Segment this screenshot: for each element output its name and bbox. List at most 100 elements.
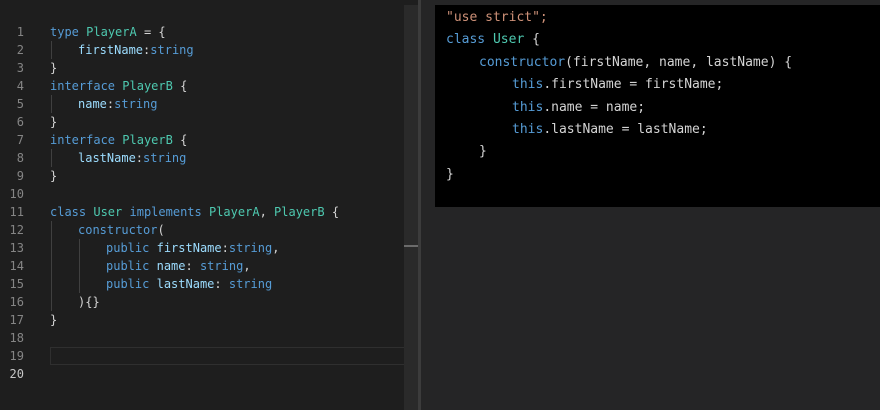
code-text: , bbox=[272, 241, 280, 255]
type-name: PlayerB bbox=[122, 79, 173, 93]
editor-line[interactable]: 13 constructor( bbox=[0, 221, 404, 255]
code-text: { bbox=[172, 133, 188, 147]
editor-line[interactable]: 8 interface PlayerB { bbox=[0, 131, 404, 165]
output-text: } bbox=[446, 166, 454, 182]
editor-line[interactable]: 2 type PlayerA = { bbox=[0, 23, 404, 57]
code-text: } bbox=[50, 61, 58, 75]
type-name: PlayerB bbox=[122, 133, 173, 147]
output-text: .firstName = firstName; bbox=[543, 77, 724, 93]
editor-line[interactable]: 17 ){} bbox=[0, 293, 404, 327]
code-text: : bbox=[214, 277, 229, 291]
keyword: interface bbox=[50, 79, 116, 93]
code-text: , bbox=[259, 205, 275, 219]
indent-guide bbox=[79, 275, 80, 293]
output-string: "use strict"; bbox=[446, 10, 548, 25]
code-text: } bbox=[50, 313, 58, 327]
code-text: { bbox=[172, 79, 188, 93]
property: firstName bbox=[156, 241, 222, 255]
type-name: PlayerB bbox=[274, 205, 325, 219]
type-keyword: string bbox=[228, 277, 273, 291]
indent-guide bbox=[51, 275, 52, 293]
keyword: constructor bbox=[78, 223, 158, 237]
keyword: public bbox=[106, 277, 150, 291]
type-keyword: string bbox=[150, 43, 194, 57]
indent-guide bbox=[51, 239, 52, 257]
code-text: , bbox=[243, 259, 251, 273]
code-text: : bbox=[135, 151, 144, 165]
editor-line-current[interactable]: 20 bbox=[0, 347, 404, 381]
editor-line[interactable]: 6 name:string bbox=[0, 95, 404, 129]
property: firstName bbox=[78, 43, 144, 57]
pane-splitter[interactable] bbox=[418, 0, 421, 410]
editor-line[interactable]: 4 } bbox=[0, 59, 404, 93]
keyword: interface bbox=[50, 133, 116, 147]
editor-line[interactable]: 19 bbox=[0, 329, 404, 363]
code-editor[interactable]: 1 2 type PlayerA = { 3 firstName:string … bbox=[0, 0, 418, 410]
type-keyword: string bbox=[199, 259, 244, 273]
indent-guide bbox=[51, 41, 52, 59]
output-class-name: User bbox=[492, 32, 525, 48]
output-keyword: class bbox=[446, 32, 486, 48]
type-keyword: string bbox=[143, 151, 187, 165]
keyword: class bbox=[50, 205, 87, 219]
editor-line[interactable]: 14 public firstName:string, bbox=[0, 239, 404, 273]
editor-lines[interactable]: 1 2 type PlayerA = { 3 firstName:string … bbox=[0, 5, 404, 381]
editor-line[interactable]: 16 public lastName: string bbox=[0, 275, 404, 309]
code-text: = { bbox=[136, 25, 166, 39]
output-text: .lastName = lastName; bbox=[543, 121, 708, 137]
scrollbar-marker bbox=[404, 245, 418, 247]
code-text: : bbox=[185, 259, 200, 273]
editor-line[interactable]: 18 } bbox=[0, 311, 404, 345]
code-text: } bbox=[50, 115, 58, 129]
code-text: ( bbox=[157, 223, 165, 237]
editor-line[interactable]: 10 } bbox=[0, 167, 404, 201]
output-keyword: this bbox=[512, 121, 544, 137]
output-text: { bbox=[524, 32, 540, 48]
output-panel: "use strict"; class User { constructor(f… bbox=[435, 5, 880, 207]
editor-line[interactable]: 11 bbox=[0, 185, 404, 219]
property: lastName bbox=[156, 277, 215, 291]
editor-line[interactable]: 3 firstName:string bbox=[0, 41, 404, 75]
editor-scrollbar[interactable] bbox=[404, 5, 418, 410]
indent-guide bbox=[79, 239, 80, 257]
indent-guide bbox=[51, 95, 52, 113]
code-text: : bbox=[221, 241, 229, 255]
indent-guide bbox=[51, 149, 52, 167]
output-text: (firstName, name, lastName) { bbox=[565, 54, 793, 70]
output-keyword: constructor bbox=[479, 54, 566, 70]
property: lastName bbox=[78, 151, 136, 165]
editor-line[interactable]: 7 } bbox=[0, 113, 404, 147]
editor-line[interactable]: 1 bbox=[0, 5, 404, 39]
editor-line[interactable]: 5 interface PlayerB { bbox=[0, 77, 404, 111]
keyword: implements bbox=[129, 205, 202, 219]
compiled-code: "use strict"; class User { constructor(f… bbox=[446, 7, 792, 186]
class-name: User bbox=[93, 205, 123, 219]
code-text: { bbox=[324, 205, 340, 219]
type-name: PlayerA bbox=[86, 25, 137, 39]
indent-guide bbox=[79, 257, 80, 275]
editor-line[interactable]: 12 class User implements PlayerA, Player… bbox=[0, 203, 404, 237]
output-text: .name = name; bbox=[543, 99, 646, 115]
type-keyword: string bbox=[228, 241, 273, 255]
type-keyword: string bbox=[114, 97, 158, 111]
code-text: ){} bbox=[78, 295, 100, 309]
code-text: } bbox=[50, 169, 58, 183]
line-number: 20 bbox=[9, 367, 24, 381]
output-keyword: this bbox=[512, 77, 544, 93]
output-text: } bbox=[479, 144, 487, 160]
keyword: type bbox=[50, 25, 79, 39]
current-line-highlight bbox=[50, 347, 404, 365]
output-keyword: this bbox=[512, 99, 544, 115]
keyword: public bbox=[106, 259, 150, 273]
editor-line[interactable]: 15 public name: string, bbox=[0, 257, 404, 291]
indent-guide bbox=[51, 293, 52, 311]
property: name bbox=[78, 97, 107, 111]
indent-guide bbox=[51, 257, 52, 275]
editor-line[interactable]: 9 lastName:string bbox=[0, 149, 404, 183]
indent-guide bbox=[51, 221, 52, 239]
